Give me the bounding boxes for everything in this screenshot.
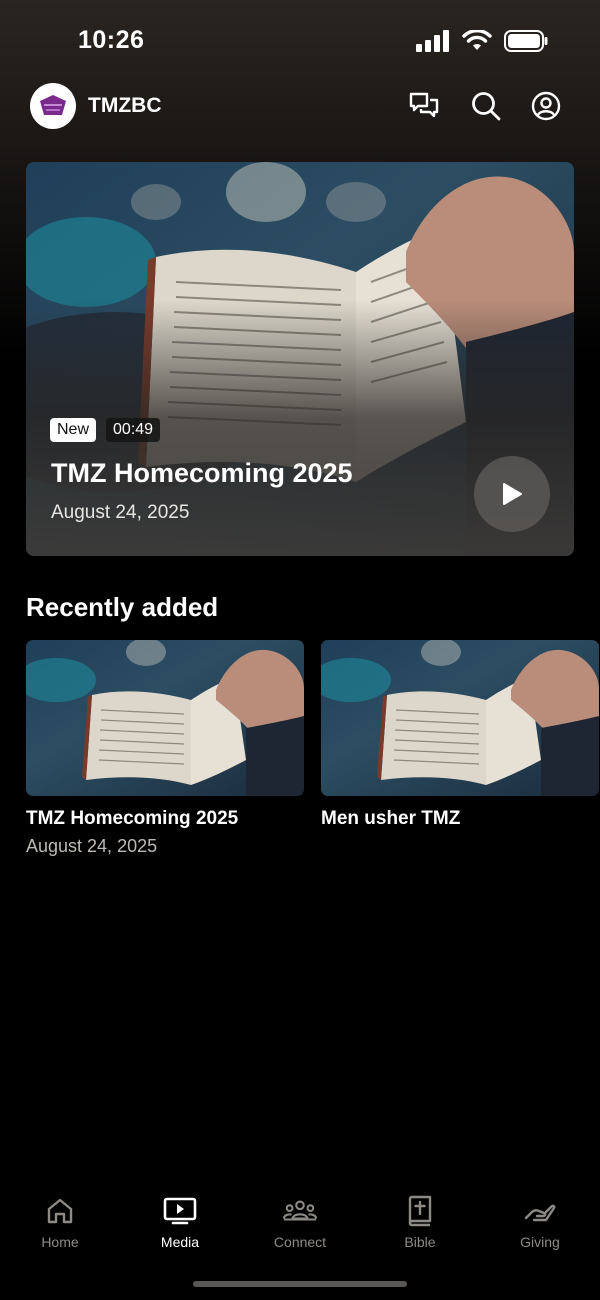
media-thumbnail [321,640,599,796]
home-icon [43,1194,77,1228]
nav-item-giving[interactable]: Giving [480,1194,600,1250]
nav-item-media[interactable]: Media [120,1194,240,1250]
featured-media-card[interactable]: New 00:49 TMZ Homecoming 2025 August 24,… [26,162,574,556]
wifi-icon [462,30,492,50]
people-icon [283,1194,317,1228]
battery-icon [504,30,548,52]
media-card[interactable]: TMZ Homecoming 2025 August 24, 2025 [26,640,306,857]
home-indicator [193,1281,407,1287]
giving-icon [523,1194,557,1228]
nav-label-connect: Connect [273,1234,327,1250]
signal-icon [416,30,449,52]
nav-label-bible: Bible [404,1234,436,1250]
new-badge: New [50,418,97,442]
app-name: TMZBC [88,94,162,117]
nav-item-home[interactable]: Home [0,1194,120,1250]
logo-icon [40,95,66,115]
chat-button[interactable] [408,90,440,122]
media-card-title: Men usher TMZ [321,808,461,829]
nav-item-connect[interactable]: Connect [240,1194,360,1250]
hero-date: August 24, 2025 [51,502,190,523]
nav-label-home: Home [41,1234,79,1250]
search-icon [472,92,501,121]
nav-item-bible[interactable]: Bible [360,1194,480,1250]
media-card-title: TMZ Homecoming 2025 [26,808,239,829]
bible-icon [403,1194,437,1228]
media-thumbnail [26,640,304,796]
nav-label-media: Media [160,1234,200,1250]
status-bar: 10:26 [0,0,600,80]
hero-title: TMZ Homecoming 2025 [51,458,353,488]
status-icons [416,30,548,52]
status-time: 10:26 [78,26,145,54]
chat-icon [409,92,439,118]
nav-label-giving: Giving [520,1234,560,1250]
duration-badge: 00:49 [106,418,161,442]
media-card[interactable]: Men usher TMZ [321,640,600,830]
section-title-recently-added: Recently added [26,592,219,622]
media-icon [163,1194,197,1228]
search-button[interactable] [470,90,502,122]
play-icon [503,483,522,505]
profile-button[interactable] [530,90,562,122]
play-button[interactable] [474,456,550,532]
hero-badges: New 00:49 [50,418,161,442]
profile-icon [531,91,561,121]
church-logo[interactable] [30,83,76,129]
app-header: TMZBC [0,80,600,132]
media-card-date: August 24, 2025 [26,836,158,856]
